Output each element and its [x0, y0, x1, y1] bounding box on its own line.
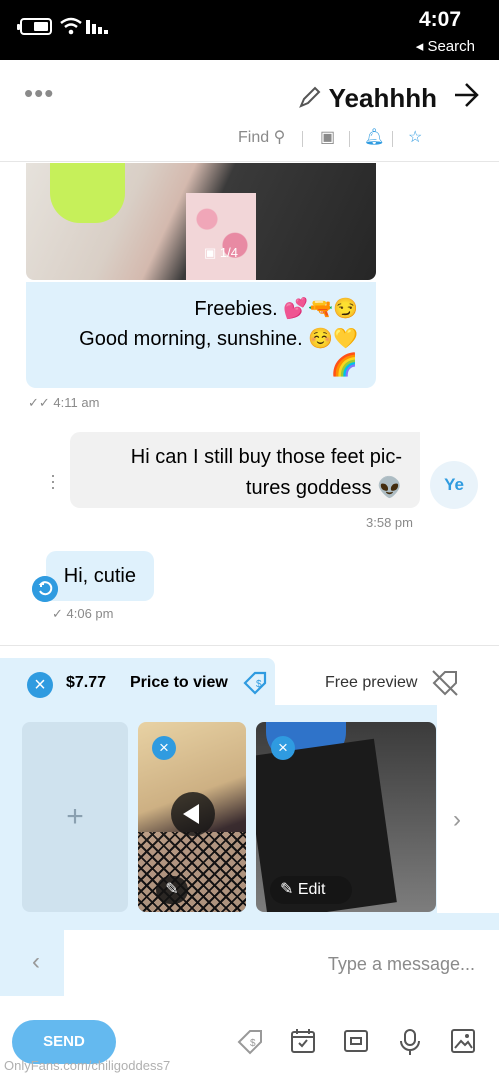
read-check-icon: ✓✓	[28, 395, 54, 410]
message-line: tures goddess 👽	[245, 477, 402, 499]
message-timestamp: ✓ 4:06 pm	[52, 606, 114, 621]
microphone-icon[interactable]	[398, 1028, 422, 1056]
tab-price-to-view[interactable]: × $7.77 Price to view $	[0, 658, 275, 708]
wifi-icon	[60, 17, 82, 35]
pencil-icon: ✎	[280, 881, 298, 898]
edit-label: Edit	[297, 881, 326, 898]
photo-content	[186, 193, 256, 280]
vault-icon[interactable]	[343, 1028, 369, 1054]
divider	[392, 131, 393, 147]
watermark: OnlyFans.com/chiligoddess7	[4, 1058, 171, 1073]
gallery-icon: ▣	[204, 245, 220, 260]
chevron-left-icon[interactable]: ‹	[32, 948, 40, 976]
remove-price-button[interactable]: ×	[27, 672, 53, 698]
image-icon[interactable]	[450, 1028, 476, 1054]
svg-text:$: $	[256, 679, 262, 690]
edit-media-button[interactable]: ✎	[156, 876, 188, 904]
favorite-star-icon[interactable]: ☆	[408, 127, 422, 147]
signal-icon	[86, 20, 108, 34]
composer-divider	[0, 645, 499, 646]
chat-title: Yeahhhh	[328, 83, 437, 113]
avatar[interactable]: Ye	[430, 461, 478, 509]
message-line: Freebies. 💕🔫😏	[194, 298, 358, 320]
edit-media-button[interactable]: ✎ Edit	[270, 876, 352, 904]
reply-icon[interactable]	[32, 576, 58, 602]
divider	[349, 131, 350, 147]
incoming-message: Freebies. 💕🔫😏 Good morning, sunshine. ☺️…	[26, 282, 376, 388]
status-time: 4:07	[418, 8, 461, 31]
chat-header: ••• Yeahhhh Find ⚲ ▣ 🔔︎ ☆	[0, 60, 499, 162]
price-label: Price to view	[130, 674, 228, 691]
back-to-search-link[interactable]: ◂ Search	[416, 37, 475, 55]
message-line: 🌈	[330, 352, 358, 377]
message-photo[interactable]: ▣ 1/4	[26, 163, 376, 280]
chat-toolbar: Find ⚲ ▣ 🔔︎ ☆	[0, 127, 499, 151]
photo-counter: ▣ 1/4	[204, 245, 238, 260]
back-arrow-icon[interactable]	[453, 82, 479, 108]
price-value: $7.77	[66, 674, 107, 691]
media-thumbnail-photo[interactable]: × ✎ Edit	[256, 722, 436, 912]
message-options-icon[interactable]: · · ·	[50, 466, 56, 496]
status-bar: 4:07 ◂ Search	[0, 0, 499, 60]
message-line: Good morning, sunshine. ☺️💛	[79, 328, 358, 350]
play-icon[interactable]	[171, 792, 215, 836]
price-tag-icon: $	[243, 671, 267, 695]
tab-free-preview[interactable]: Free preview	[325, 674, 417, 692]
thumbnail-content	[138, 832, 246, 912]
media-gallery-icon[interactable]: ▣	[320, 127, 335, 147]
price-tag-icon[interactable]: $	[236, 1028, 264, 1056]
find-button[interactable]: Find ⚲	[238, 127, 285, 147]
message-input[interactable]: Type a message...	[64, 930, 499, 996]
media-thumbnail-video[interactable]: × ✎	[138, 722, 246, 912]
remove-media-button[interactable]: ×	[271, 736, 295, 760]
chevron-right-icon[interactable]: ›	[453, 806, 461, 834]
message-line: Hi, cutie	[63, 565, 136, 587]
media-attachments	[0, 913, 499, 930]
pencil-icon: ✎	[165, 881, 179, 898]
message-line: Hi can I still buy those feet pic-	[130, 446, 402, 468]
price-tabs: × $7.77 Price to view $ Free preview	[0, 658, 499, 708]
divider	[302, 131, 303, 147]
photo-content	[50, 163, 125, 223]
outgoing-message: Hi can I still buy those feet pic- tures…	[70, 432, 420, 508]
svg-text:$: $	[250, 1038, 256, 1049]
calendar-icon[interactable]	[290, 1028, 316, 1054]
add-media-button[interactable]: +	[22, 722, 128, 912]
battery-icon	[17, 18, 52, 35]
read-check-icon: ✓	[52, 606, 67, 621]
free-tag-icon	[432, 670, 458, 696]
search-icon: ⚲	[273, 129, 286, 146]
notifications-bell-icon[interactable]: 🔔︎	[364, 127, 384, 147]
more-options-icon[interactable]: •••	[24, 80, 54, 106]
message-timestamp: 3:58 pm	[366, 515, 413, 530]
incoming-message: Hi, cutie	[46, 551, 154, 601]
remove-media-button[interactable]: ×	[152, 736, 176, 760]
edit-name-icon[interactable]	[298, 85, 322, 109]
find-label: Find	[238, 129, 270, 146]
message-placeholder: Type a message...	[327, 954, 475, 974]
message-timestamp: ✓✓ 4:11 am	[28, 395, 100, 410]
